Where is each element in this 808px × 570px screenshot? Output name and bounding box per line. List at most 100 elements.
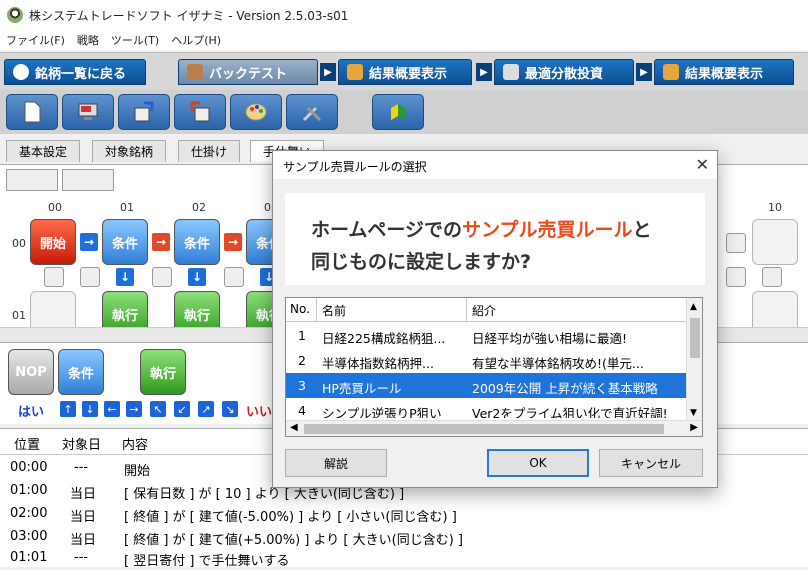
- item-no: 1: [298, 328, 306, 343]
- cell-position: 03:00: [10, 529, 48, 544]
- list-item[interactable]: 1 日経225構成銘柄狙... 日経平均が強い相場に最適!: [286, 323, 686, 348]
- beginner-button[interactable]: [372, 94, 424, 130]
- cell-day: 当日: [70, 510, 97, 525]
- nav-arrow-icon: ▶: [476, 63, 492, 81]
- message-text: と: [632, 219, 652, 241]
- connector-slot[interactable]: [152, 267, 172, 287]
- list-item-selected[interactable]: 3 HP売買ルール 2009年公開 上昇が続く基本戦略: [286, 373, 686, 398]
- empty-cell[interactable]: [752, 219, 798, 265]
- list-item[interactable]: 4 シンプル逆張りP狙い Ver2をプライム狙い化で直近好調!: [286, 398, 686, 418]
- cancel-button[interactable]: キャンセル: [599, 449, 703, 477]
- nav-tab-optimal-diversification[interactable]: 最適分散投資: [494, 59, 634, 85]
- close-icon[interactable]: ✕: [696, 155, 709, 174]
- scroll-right-icon[interactable]: ▶: [690, 422, 698, 433]
- header-no: No.: [290, 302, 310, 316]
- column-number: 01: [120, 201, 134, 214]
- menu-file[interactable]: ファイル(F): [0, 32, 71, 48]
- scroll-down-icon[interactable]: ▼: [690, 408, 697, 418]
- grid-icon: [503, 64, 519, 80]
- new-button[interactable]: [6, 94, 58, 130]
- connector-slot[interactable]: [80, 267, 100, 287]
- ok-button[interactable]: OK: [487, 449, 589, 477]
- table-row[interactable]: 03:00 当日 [ 終値 ] が [ 建て値(+5.00%) ] より [ 大…: [0, 526, 808, 549]
- arrow-up-icon[interactable]: ↑: [60, 401, 76, 417]
- rule-list[interactable]: No. 名前 紹介 1 日経225構成銘柄狙... 日経平均が強い相場に最適! …: [285, 297, 703, 437]
- cell-content: [ 終値 ] が [ 建て値(+5.00%) ] より [ 大きい(同じ含む) …: [124, 533, 463, 548]
- condition-node[interactable]: 条件: [102, 219, 148, 265]
- palette-button[interactable]: [230, 94, 282, 130]
- explain-button[interactable]: 解説: [285, 449, 387, 477]
- nav-tab-label: 最適分散投資: [525, 66, 604, 82]
- arrow-upright-icon[interactable]: ↗: [198, 401, 214, 417]
- nav-tab-result-summary[interactable]: 結果概要表示: [338, 59, 472, 85]
- item-desc: 有望な半導体銘柄攻め!(単元...: [472, 356, 644, 371]
- tab-target-stocks[interactable]: 対象銘柄: [92, 140, 167, 162]
- pc-icon: [78, 103, 98, 120]
- table-row[interactable]: 02:00 当日 [ 終値 ] が [ 建て値(-5.00%) ] より [ 小…: [0, 503, 808, 526]
- scroll-up-icon[interactable]: ▲: [690, 302, 697, 312]
- bar-chart-icon: [347, 64, 363, 80]
- list-horizontal-scrollbar[interactable]: ◀ ▶: [286, 420, 702, 436]
- connector-slot[interactable]: [224, 267, 244, 287]
- connector-slot[interactable]: [726, 233, 746, 253]
- arrow-down-icon: ↓: [188, 268, 206, 286]
- pc-button[interactable]: [62, 94, 114, 130]
- bag-icon: [187, 64, 203, 80]
- arrow-left-icon[interactable]: ←: [104, 401, 120, 417]
- menu-help[interactable]: ヘルプ(H): [165, 32, 227, 48]
- menu-strategy[interactable]: 戦略: [71, 32, 105, 48]
- cell-content: [ 終値 ] が [ 建て値(-5.00%) ] より [ 小さい(同じ含む) …: [124, 510, 457, 525]
- nav-tab-result-summary-2[interactable]: 結果概要表示: [654, 59, 794, 85]
- arrow-downleft-icon[interactable]: ↙: [174, 401, 190, 417]
- connector-slot[interactable]: [762, 267, 782, 287]
- condition-node[interactable]: 条件: [174, 219, 220, 265]
- connector-slot[interactable]: [44, 267, 64, 287]
- scroll-left-icon[interactable]: ◀: [290, 422, 298, 433]
- tab-basic-settings[interactable]: 基本設定: [6, 140, 81, 162]
- list-vertical-scrollbar[interactable]: ▲ ▼: [686, 298, 702, 420]
- condition-tool[interactable]: 条件: [58, 349, 104, 395]
- item-no: 3: [298, 378, 306, 393]
- nav-tab-backtest[interactable]: バックテスト: [178, 59, 318, 85]
- dialog-title: サンプル売買ルールの選択: [283, 160, 427, 174]
- item-desc: 日経平均が強い相場に最適!: [472, 331, 628, 346]
- arrow-upleft-icon[interactable]: ↖: [150, 401, 166, 417]
- arrow-downright-icon[interactable]: ↘: [222, 401, 238, 417]
- connector-slot[interactable]: [726, 267, 746, 287]
- import-button[interactable]: [174, 94, 226, 130]
- nav-tab-label: 結果概要表示: [685, 66, 764, 82]
- message-line-1: ホームページでのサンプル売買ルールと: [311, 215, 652, 242]
- header-desc: 紹介: [472, 304, 497, 318]
- export-icon: [134, 101, 154, 122]
- arrow-down-icon: ↓: [116, 268, 134, 286]
- column-divider: [316, 298, 317, 322]
- start-node[interactable]: 開始: [30, 219, 76, 265]
- arrow-right-icon[interactable]: →: [126, 401, 142, 417]
- message-highlight: サンプル売買ルール: [462, 219, 633, 241]
- down-button-2[interactable]: [62, 169, 114, 191]
- nav-tab-stock-list[interactable]: 銘柄一覧に戻る: [4, 59, 146, 85]
- export-button[interactable]: [118, 94, 170, 130]
- list-item[interactable]: 2 半導体指数銘柄押... 有望な半導体銘柄攻め!(単元...: [286, 348, 686, 373]
- arrow-right-icon: →: [152, 233, 170, 251]
- scroll-thumb[interactable]: [304, 424, 664, 434]
- list-header: No. 名前 紹介: [286, 298, 686, 322]
- cell-position: 01:01: [10, 550, 48, 565]
- palette-icon: [245, 103, 267, 121]
- down-button[interactable]: [6, 169, 58, 191]
- tab-entry[interactable]: 仕掛け: [178, 140, 241, 162]
- item-name: HP売買ルール: [322, 381, 402, 396]
- arrow-down-icon[interactable]: ↓: [82, 401, 98, 417]
- execute-tool[interactable]: 執行: [140, 349, 186, 395]
- cell-position: 00:00: [10, 460, 48, 475]
- nop-tool[interactable]: NOP: [8, 349, 54, 395]
- nav-arrow-icon: ▶: [636, 63, 652, 81]
- cell-position: 01:00: [10, 483, 48, 498]
- item-no: 4: [298, 403, 306, 418]
- scroll-thumb[interactable]: [690, 318, 700, 358]
- new-file-icon: [24, 101, 41, 123]
- tools-button[interactable]: [286, 94, 338, 130]
- menu-tools[interactable]: ツール(T): [105, 32, 165, 48]
- import-icon: [190, 101, 210, 122]
- menu-bar: ファイル(F) 戦略 ツール(T) ヘルプ(H): [0, 30, 808, 50]
